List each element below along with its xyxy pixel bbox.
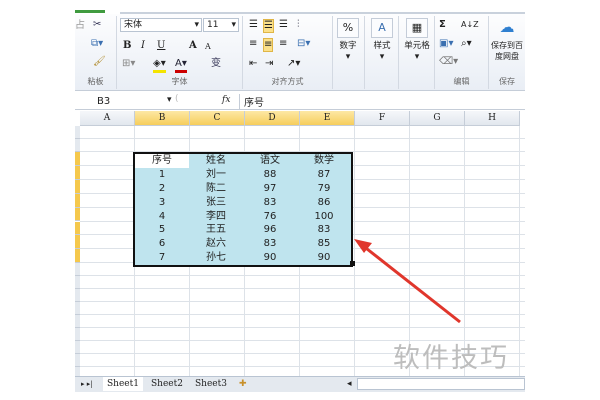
annotation-arrow: [354, 239, 461, 324]
arrow-shaft: [361, 243, 461, 324]
